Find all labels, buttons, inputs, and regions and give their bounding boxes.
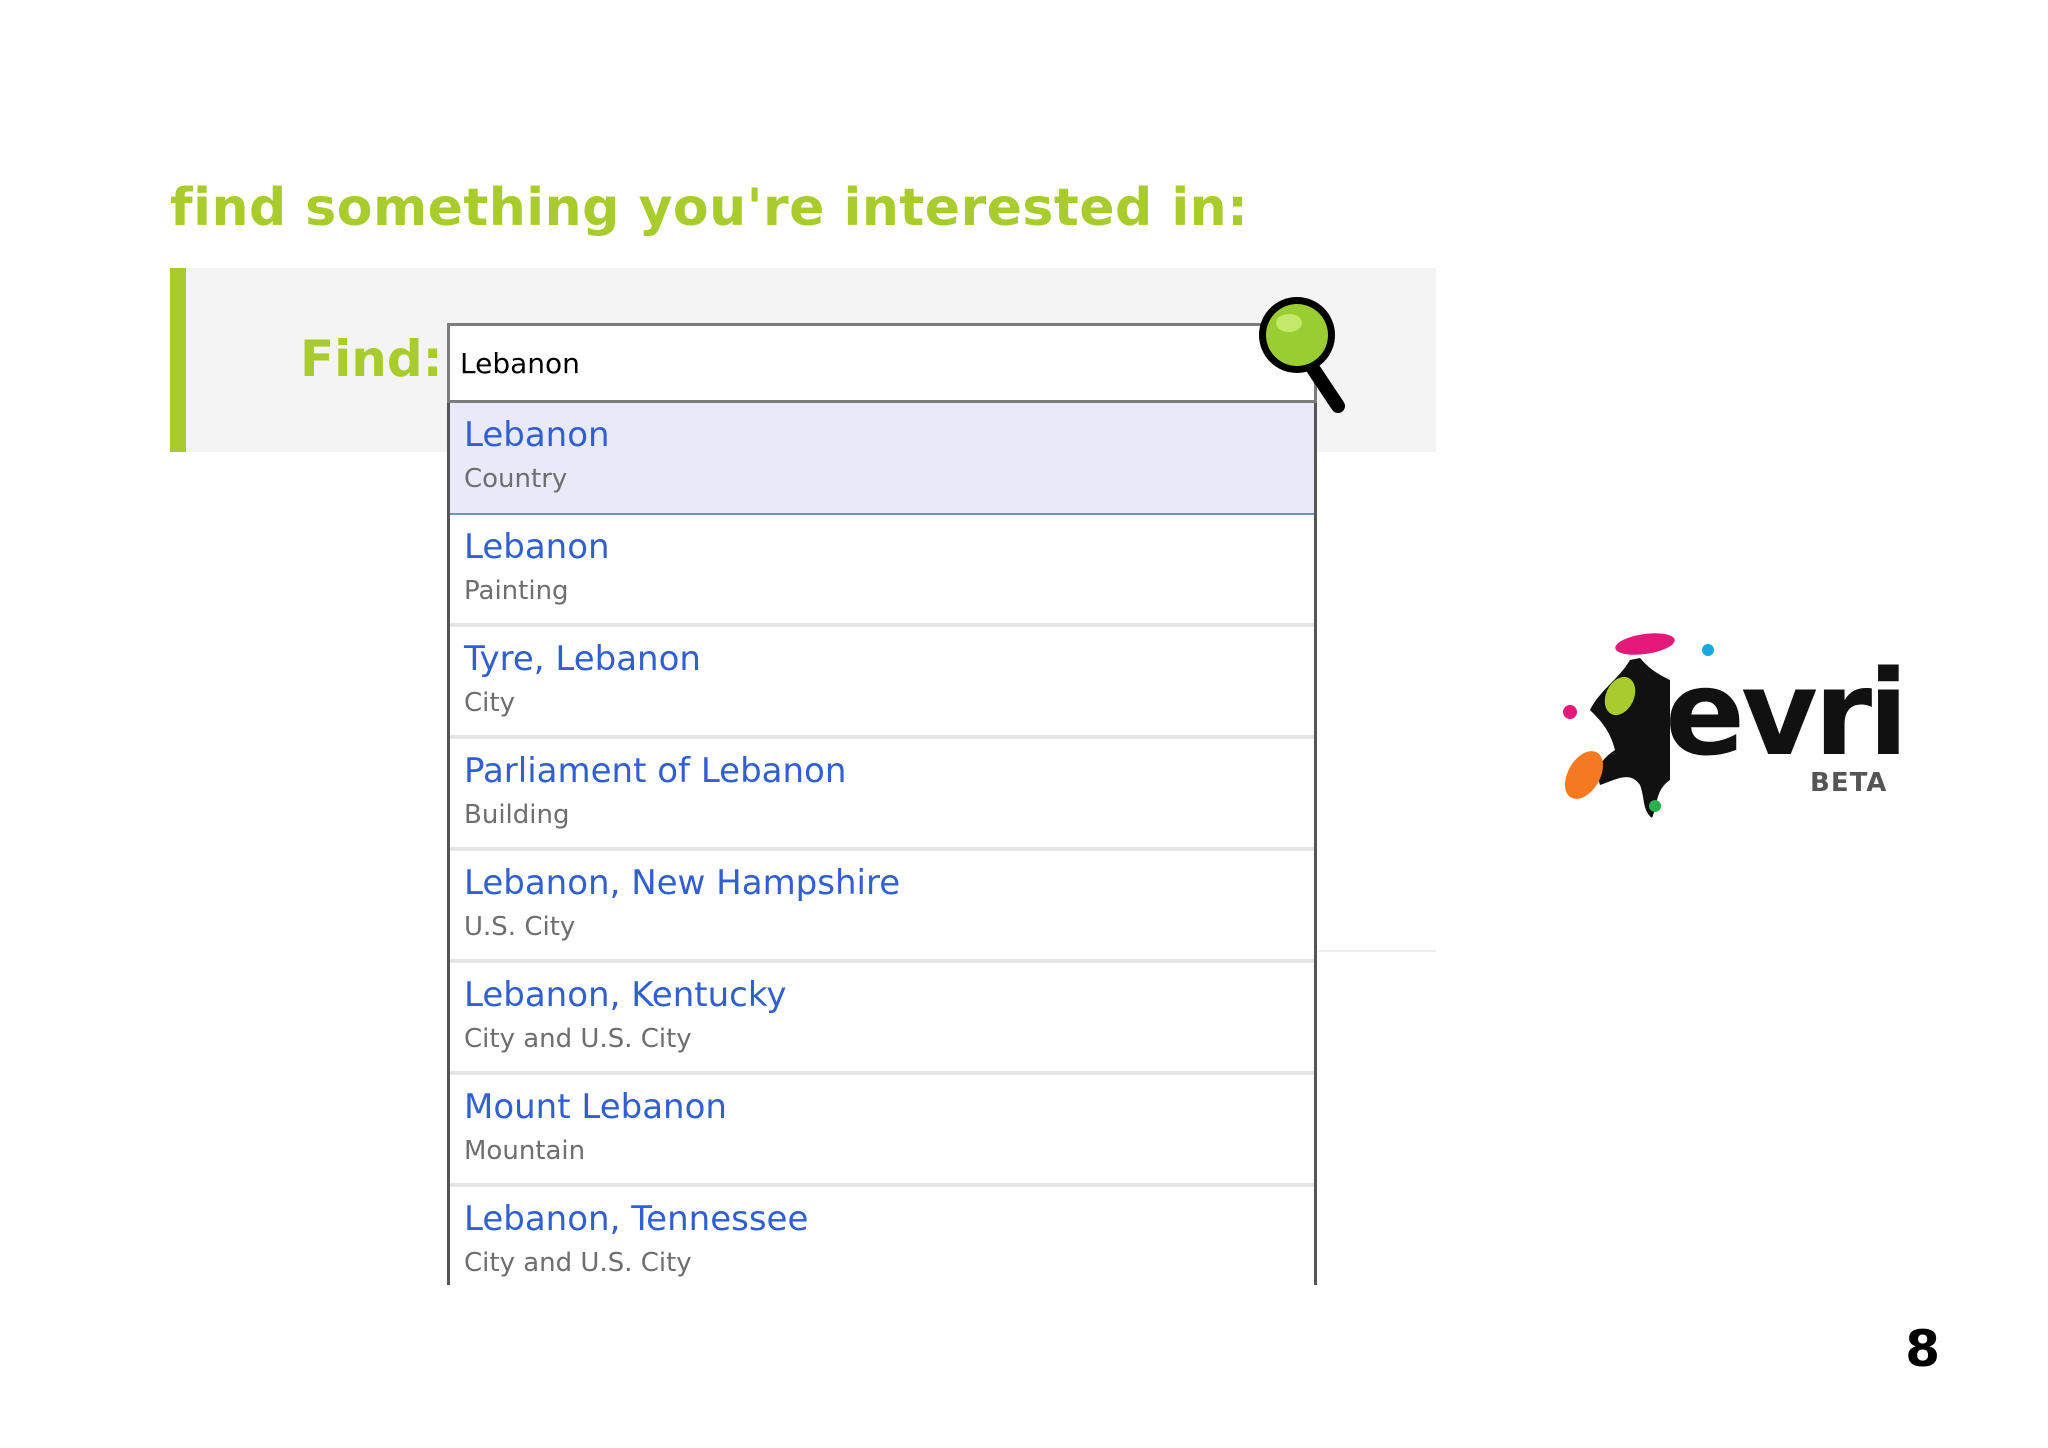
suggestion-type: Painting: [464, 576, 569, 606]
suggestion-type: Country: [464, 464, 568, 494]
find-label: Find:: [300, 330, 443, 388]
evri-logo: evri BETA: [1560, 620, 1909, 820]
suggestion-item[interactable]: Lebanon, New Hampshire U.S. City: [450, 851, 1314, 963]
suggestion-name: Parliament of Lebanon: [464, 751, 847, 791]
page-number: 8: [1905, 1320, 1940, 1378]
suggestion-item[interactable]: Lebanon, Kentucky City and U.S. City: [450, 963, 1314, 1075]
suggestion-type: U.S. City: [464, 912, 576, 942]
logo-wordmark: evri: [1665, 644, 1909, 782]
suggestion-item[interactable]: Lebanon Country: [450, 403, 1314, 515]
suggestion-name: Lebanon, Kentucky: [464, 975, 787, 1015]
page-heading: find something you're interested in:: [170, 178, 1249, 238]
suggestion-name: Tyre, Lebanon: [464, 639, 701, 679]
suggestion-item[interactable]: Parliament of Lebanon Building: [450, 739, 1314, 851]
suggestion-name: Lebanon, New Hampshire: [464, 863, 901, 903]
suggestion-name: Lebanon, Tennessee: [464, 1199, 809, 1239]
suggestion-item[interactable]: Lebanon, Tennessee City and U.S. City: [450, 1187, 1314, 1285]
suggestion-item[interactable]: Mount Lebanon Mountain: [450, 1075, 1314, 1187]
suggestion-name: Lebanon: [464, 415, 610, 455]
search-input[interactable]: [447, 323, 1317, 403]
find-accent-bar: [170, 268, 186, 452]
suggestion-name: Mount Lebanon: [464, 1087, 727, 1127]
beta-badge: BETA: [1810, 768, 1888, 798]
suggestion-item[interactable]: Tyre, Lebanon City: [450, 627, 1314, 739]
suggestion-name: Lebanon: [464, 527, 610, 567]
panel-divider: [1318, 950, 1436, 952]
suggestion-type: Mountain: [464, 1136, 586, 1166]
suggestion-item[interactable]: Lebanon Painting: [450, 515, 1314, 627]
suggestion-type: City and U.S. City: [464, 1248, 692, 1278]
suggestion-type: City: [464, 688, 515, 718]
suggestion-type: City and U.S. City: [464, 1024, 692, 1054]
suggestion-dropdown: Lebanon Country Lebanon Painting Tyre, L…: [447, 403, 1317, 1285]
suggestion-type: Building: [464, 800, 570, 830]
